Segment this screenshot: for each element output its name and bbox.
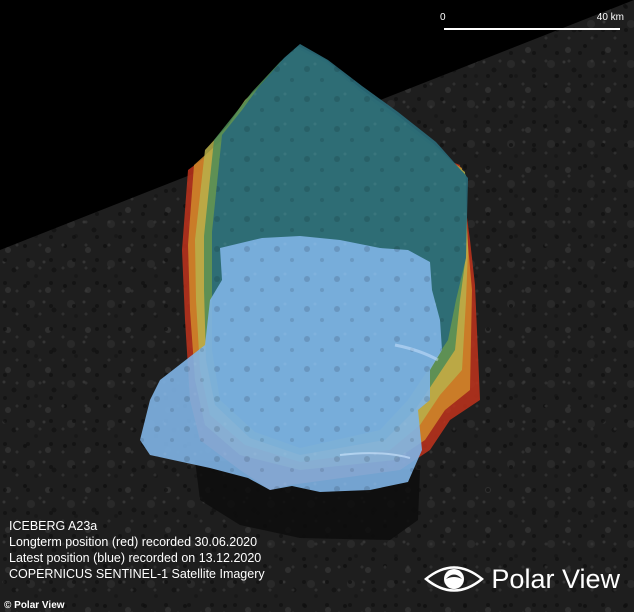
brand-name: Polar View [491, 563, 620, 594]
caption-title: ICEBERG A23a [9, 519, 98, 533]
polar-view-logo: Polar View [423, 562, 620, 596]
caption-longterm-line: Longterm position (red) recorded 30.06.2… [9, 535, 258, 549]
scale-bar: 0 40 km [440, 12, 624, 38]
eye-icon [424, 566, 485, 592]
scale-bar-end-label: 40 km [596, 12, 624, 23]
image-credit: © Polar View [4, 600, 65, 611]
caption-latest-line: Latest position (blue) recorded on 13.12… [9, 551, 262, 565]
scale-bar-start-label: 0 [440, 12, 446, 23]
map-caption: ICEBERG A23a Longterm position (red) rec… [9, 518, 265, 582]
caption-source-line: COPERNICUS SENTINEL-1 Satellite Imagery [9, 567, 265, 581]
scale-bar-line [444, 28, 620, 30]
